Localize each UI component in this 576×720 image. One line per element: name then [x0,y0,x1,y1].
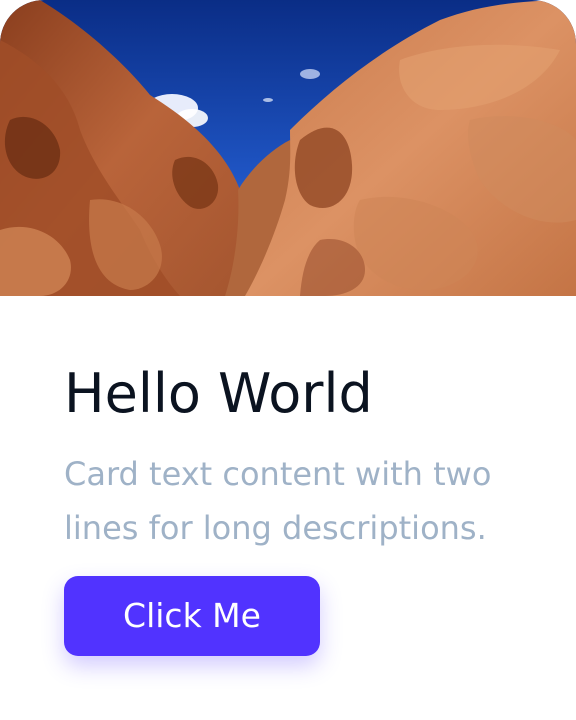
content-card: Hello World Card text content with two l… [0,0,576,720]
canyon-photo [0,0,576,296]
card-image [0,0,576,296]
card-title: Hello World [64,362,373,425]
click-me-button[interactable]: Click Me [64,576,320,656]
card-description: Card text content with two lines for lon… [64,455,492,547]
